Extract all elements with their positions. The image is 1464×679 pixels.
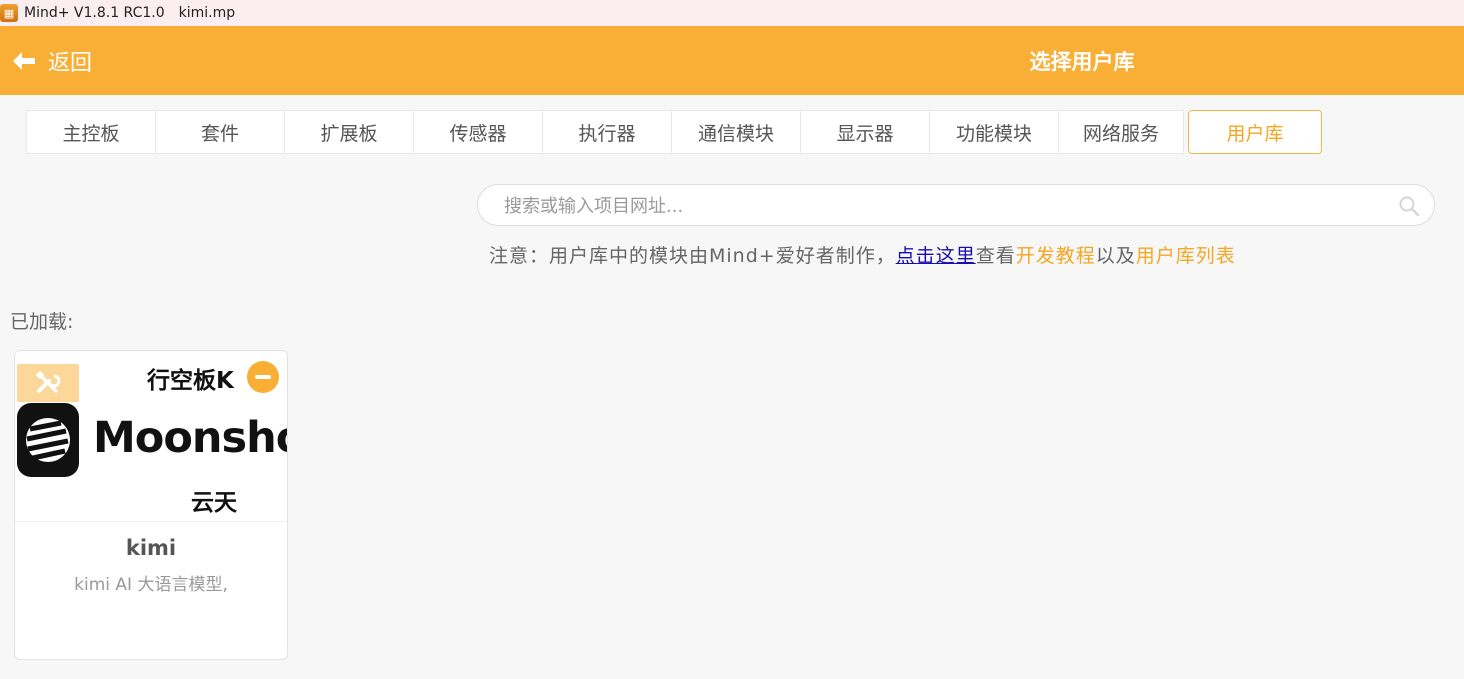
library-thumbnail: 行空板K Moonshot 云天 [15,351,287,522]
library-author: 云天 [191,490,237,516]
tab-function-modules[interactable]: 功能模块 [929,110,1058,154]
user-library-list-link[interactable]: 用户库列表 [1136,245,1236,267]
board-label: 行空板K [147,368,234,394]
search-icon[interactable] [1398,195,1420,217]
category-tabs: 主控板 套件 扩展板 传感器 执行器 通信模块 显示器 功能模块 网络服务 用户… [26,110,1322,154]
library-description: kimi AI 大语言模型, [74,575,228,595]
tab-main-board[interactable]: 主控板 [26,110,155,154]
tab-kits[interactable]: 套件 [155,110,284,154]
tools-icon [17,364,79,402]
back-button[interactable]: 返回 [12,26,92,95]
tab-user-library[interactable]: 用户库 [1188,110,1322,154]
header-bar: 返回 选择用户库 [0,26,1464,95]
notice-middle: 查看 [975,245,1016,267]
file-name: kimi.mp [178,5,236,21]
notice-prefix: 注意：用户库中的模块由Mind+爱好者制作， [489,245,896,267]
window-titlebar: ▦ Mind+ V1.8.1 RC1.0 kimi.mp [0,0,1464,26]
tab-expansion-boards[interactable]: 扩展板 [284,110,413,154]
tab-sensors[interactable]: 传感器 [413,110,542,154]
dev-tutorial-link[interactable]: 开发教程 [1016,245,1096,267]
notice-text: 注意：用户库中的模块由Mind+爱好者制作，点击这里查看开发教程以及用户库列表 [489,241,1236,267]
tab-communication[interactable]: 通信模块 [671,110,800,154]
minus-icon [255,375,271,379]
brand-text: Moonshot [93,413,287,463]
click-here-link[interactable]: 点击这里 [896,245,976,267]
remove-library-button[interactable] [247,361,279,393]
tab-actuators[interactable]: 执行器 [542,110,671,154]
search-box [477,184,1435,227]
tab-network-services[interactable]: 网络服务 [1058,110,1184,154]
notice-conj: 以及 [1095,245,1136,267]
back-label: 返回 [48,50,93,76]
app-title: Mind+ V1.8.1 RC1.0 [24,5,165,21]
moonshot-logo-icon [17,403,79,477]
page-title: 选择用户库 [1029,49,1135,74]
loaded-label: 已加载: [10,311,74,333]
arrow-left-icon [13,51,35,70]
library-card[interactable]: 行空板K Moonshot 云天 kimi kimi AI 大语言模型, [14,350,288,660]
mindplus-app-icon: ▦ [0,4,18,22]
search-input[interactable] [502,185,1386,227]
library-name: kimi [125,536,177,560]
tab-displays[interactable]: 显示器 [800,110,929,154]
